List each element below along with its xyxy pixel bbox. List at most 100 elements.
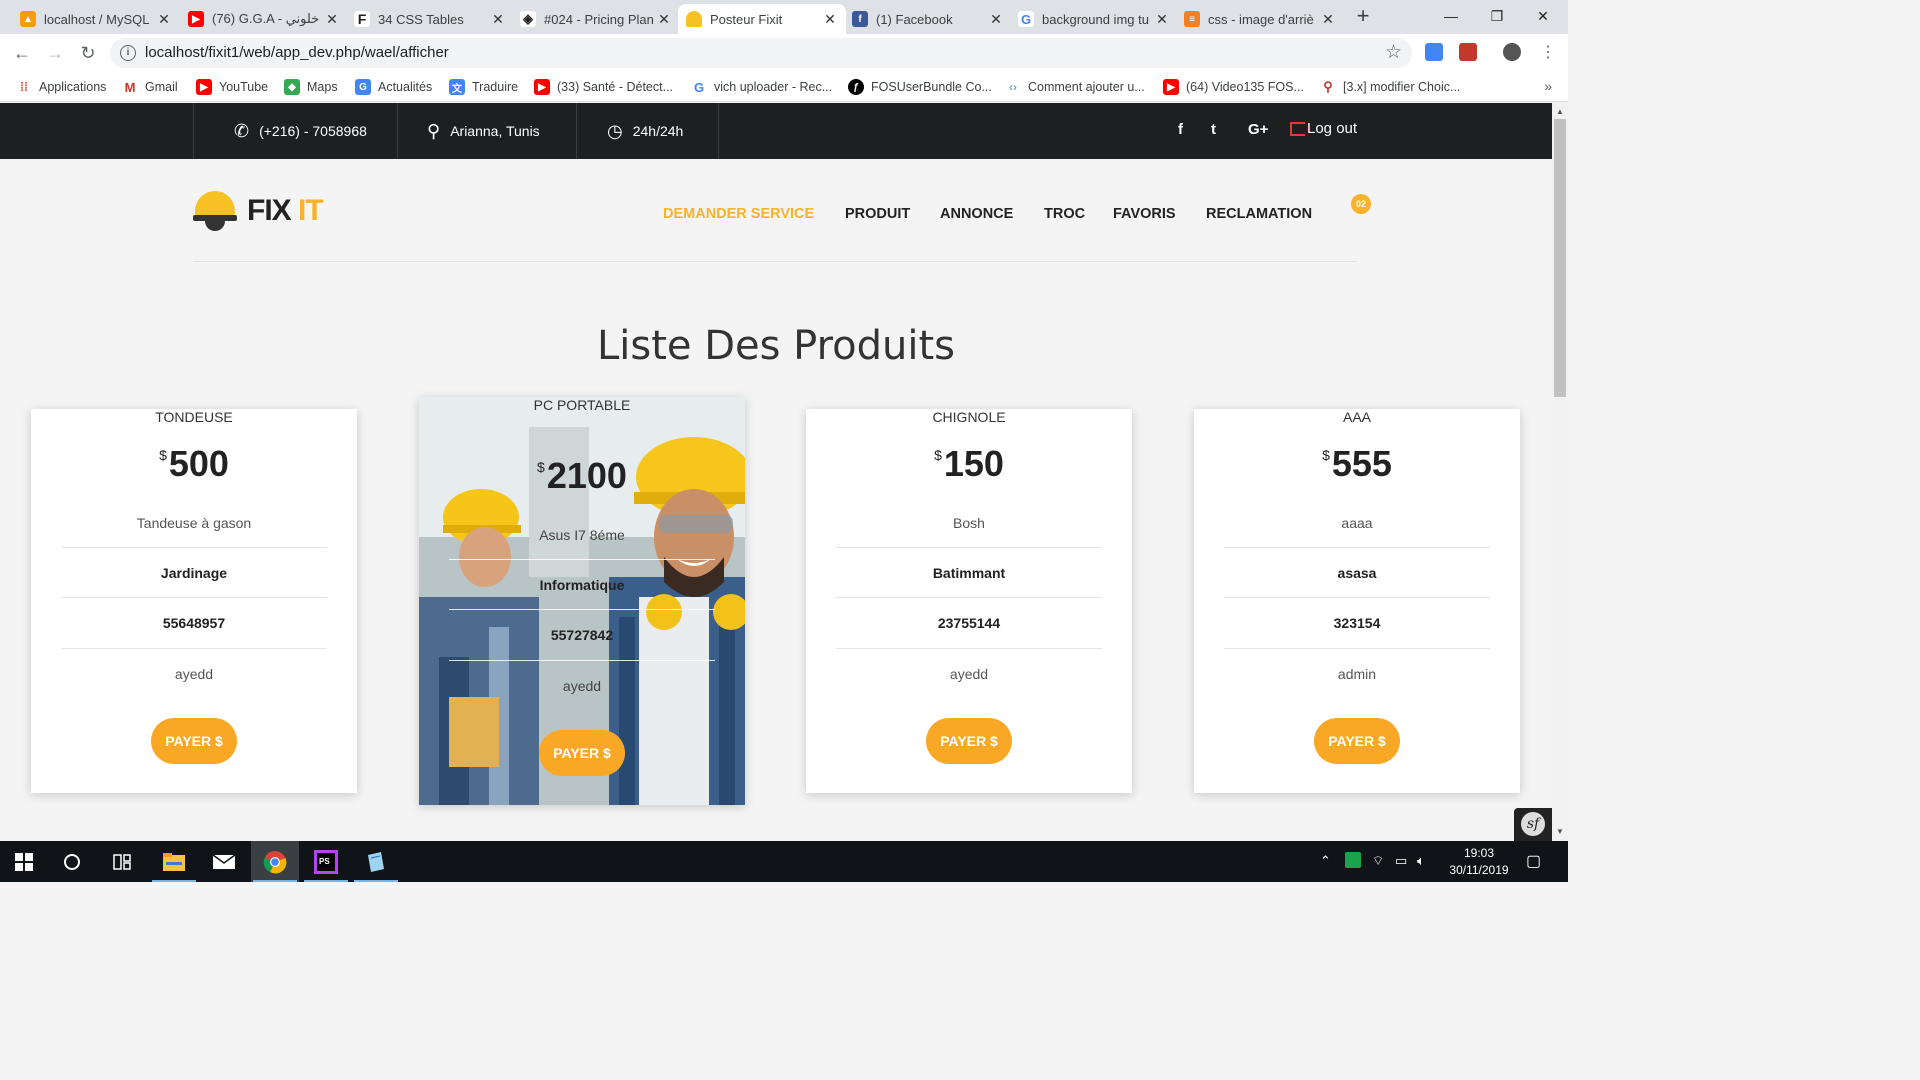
divider (836, 597, 1102, 598)
bookmark-comment-ajouter[interactable]: ‹› Comment ajouter u... (1005, 78, 1145, 96)
wifi-icon[interactable]: ⌔ (1372, 853, 1384, 869)
reload-icon[interactable]: ↻ (76, 41, 100, 65)
close-icon[interactable]: ✕ (1320, 11, 1336, 28)
bookmark-applications[interactable]: ⁞⁞ Applications (16, 78, 106, 96)
pay-button[interactable]: PAYER $ (1314, 718, 1400, 764)
notifications-icon[interactable]: ▢ (1526, 851, 1541, 871)
bookmark-fosuserbundle[interactable]: ƒ FOSUserBundle Co... (848, 78, 992, 96)
bookmark-gmail[interactable]: M Gmail (122, 78, 178, 96)
tab-youtube-gga[interactable]: ▶ (76) G.G.A - خلوني ✕ (180, 4, 348, 34)
tab-google-search[interactable]: G background img tu ✕ (1010, 4, 1178, 34)
logout-link[interactable]: Log out (1290, 120, 1357, 137)
contact-phone: ✆ (+216) - 7058968 (234, 103, 367, 159)
tab-pricing-plan[interactable]: ◈ #024 - Pricing Plan ✕ (512, 4, 680, 34)
close-icon[interactable]: ✕ (490, 11, 506, 28)
show-hidden-icons-icon[interactable]: ⌃ (1320, 853, 1331, 869)
cart-count-badge[interactable]: 02 (1351, 194, 1371, 214)
symfony-icon: ƒ (848, 79, 864, 95)
bookmark-modifier-choice[interactable]: ⚲ [3.x] modifier Choic... (1320, 78, 1460, 96)
price-value: 150 (943, 443, 1004, 484)
app-tray-icon[interactable] (1345, 852, 1361, 868)
windows-start-icon[interactable] (0, 841, 48, 882)
youtube-icon: ▶ (534, 79, 550, 95)
tab-title: (76) G.G.A - خلوني (212, 11, 320, 26)
menu-kebab-icon[interactable]: ⋮ (1536, 41, 1560, 65)
close-icon[interactable]: ✕ (656, 11, 672, 28)
tab-title: localhost / MySQL (44, 11, 150, 27)
mail-icon[interactable] (200, 841, 248, 882)
back-icon[interactable]: ← (10, 41, 34, 65)
bookmark-youtube[interactable]: ▶ YouTube (196, 78, 268, 96)
pay-button[interactable]: PAYER $ (151, 718, 237, 764)
close-icon[interactable]: ✕ (988, 11, 1004, 28)
system-clock[interactable]: 19:03 30/11/2019 (1440, 845, 1518, 879)
close-icon[interactable]: ✕ (324, 11, 340, 28)
google-plus-icon[interactable]: G+ (1248, 121, 1268, 138)
product-description: Tandeuse à gason (136, 515, 252, 531)
task-view-icon[interactable] (98, 841, 146, 882)
nav-annonce[interactable]: ANNONCE (940, 206, 1013, 222)
tab-facebook[interactable]: f (1) Facebook ✕ (844, 4, 1012, 34)
nav-demander-service[interactable]: DEMANDER SERVICE (663, 206, 814, 222)
bookmark-maps[interactable]: ◆ Maps (284, 78, 338, 96)
phpmyadmin-icon: ▲ (20, 11, 36, 27)
site-logo[interactable]: FIX IT (193, 189, 324, 233)
symfony-debug-toolbar-toggle[interactable]: sf (1514, 808, 1552, 841)
price-value: 2100 (546, 455, 627, 496)
tab-phpmyadmin[interactable]: ▲ localhost / MySQL ✕ (12, 4, 180, 34)
hours-text: 24h/24h (632, 123, 684, 139)
bookmark-traduire[interactable]: 文 Traduire (449, 78, 518, 96)
chrome-icon[interactable] (251, 841, 299, 882)
close-icon[interactable]: ✕ (822, 11, 838, 28)
bookmark-label: vich uploader - Rec... (714, 80, 833, 94)
bookmark-video135[interactable]: ▶ (64) Video135 FOS... (1163, 78, 1304, 96)
product-owner: ayedd (562, 678, 602, 694)
minimize-button[interactable]: — (1428, 0, 1474, 34)
profile-avatar[interactable] (1503, 43, 1521, 61)
new-tab-button[interactable]: + (1352, 5, 1374, 28)
bookmark-star-icon[interactable]: ☆ (1385, 41, 1402, 64)
facebook-icon[interactable]: f (1178, 121, 1183, 138)
pay-button[interactable]: PAYER $ (926, 718, 1012, 764)
close-icon[interactable]: ✕ (156, 11, 172, 28)
phpstorm-icon[interactable]: PS (302, 841, 350, 882)
currency-symbol: $ (159, 447, 167, 463)
maximize-button[interactable]: ❐ (1474, 0, 1520, 34)
pdf-extension-icon[interactable] (1459, 43, 1477, 61)
page-scrollbar[interactable]: ▲ ▼ (1552, 103, 1568, 841)
notepad-icon[interactable] (352, 841, 400, 882)
translate-extension-icon[interactable] (1425, 43, 1443, 61)
pay-button[interactable]: PAYER $ (539, 730, 625, 776)
nav-reclamation[interactable]: RECLAMATION (1206, 206, 1312, 222)
page-title: Liste Des Produits (596, 323, 956, 369)
more-bookmarks-icon[interactable]: » (1544, 78, 1552, 94)
product-price: $150 (806, 443, 1132, 485)
close-window-button[interactable]: ✕ (1520, 0, 1566, 34)
bookmark-sante[interactable]: ▶ (33) Santé - Détect... (534, 78, 673, 96)
tab-css-tables[interactable]: F 34 CSS Tables ✕ (346, 4, 514, 34)
close-icon[interactable]: ✕ (1154, 11, 1170, 28)
scroll-down-icon[interactable]: ▼ (1552, 825, 1568, 839)
forward-icon[interactable]: → (43, 41, 67, 65)
tab-posteur-fixit[interactable]: Posteur Fixit ✕ (678, 4, 846, 34)
logo-text: FIX IT (247, 194, 324, 228)
nav-troc[interactable]: TROC (1044, 206, 1085, 222)
address-bar[interactable]: i localhost/fixit1/web/app_dev.php/wael/… (110, 38, 1412, 68)
scroll-up-icon[interactable]: ▲ (1552, 105, 1568, 119)
clock-icon: ◷ (607, 120, 623, 141)
scrollbar-thumb[interactable] (1554, 119, 1566, 397)
bookmark-actualites[interactable]: G Actualités (355, 78, 432, 96)
location-pin-icon: ⚲ (427, 120, 441, 141)
volume-icon[interactable]: 🔈︎ (1417, 853, 1425, 869)
header-divider (193, 261, 1357, 262)
nav-favoris[interactable]: FAVORIS (1113, 206, 1176, 222)
nav-produit[interactable]: PRODUIT (845, 206, 910, 222)
url-text[interactable]: localhost/fixit1/web/app_dev.php/wael/af… (145, 44, 449, 61)
twitter-icon[interactable]: t (1211, 121, 1216, 138)
info-icon[interactable]: i (120, 45, 136, 61)
file-explorer-icon[interactable] (150, 841, 198, 882)
bookmark-vich-uploader[interactable]: G vich uploader - Rec... (691, 78, 832, 96)
battery-icon[interactable]: ▭ (1395, 853, 1407, 869)
tab-stackoverflow[interactable]: ≡ css - image d'arriè ✕ (1176, 4, 1344, 34)
search-circle-icon[interactable] (48, 841, 96, 882)
